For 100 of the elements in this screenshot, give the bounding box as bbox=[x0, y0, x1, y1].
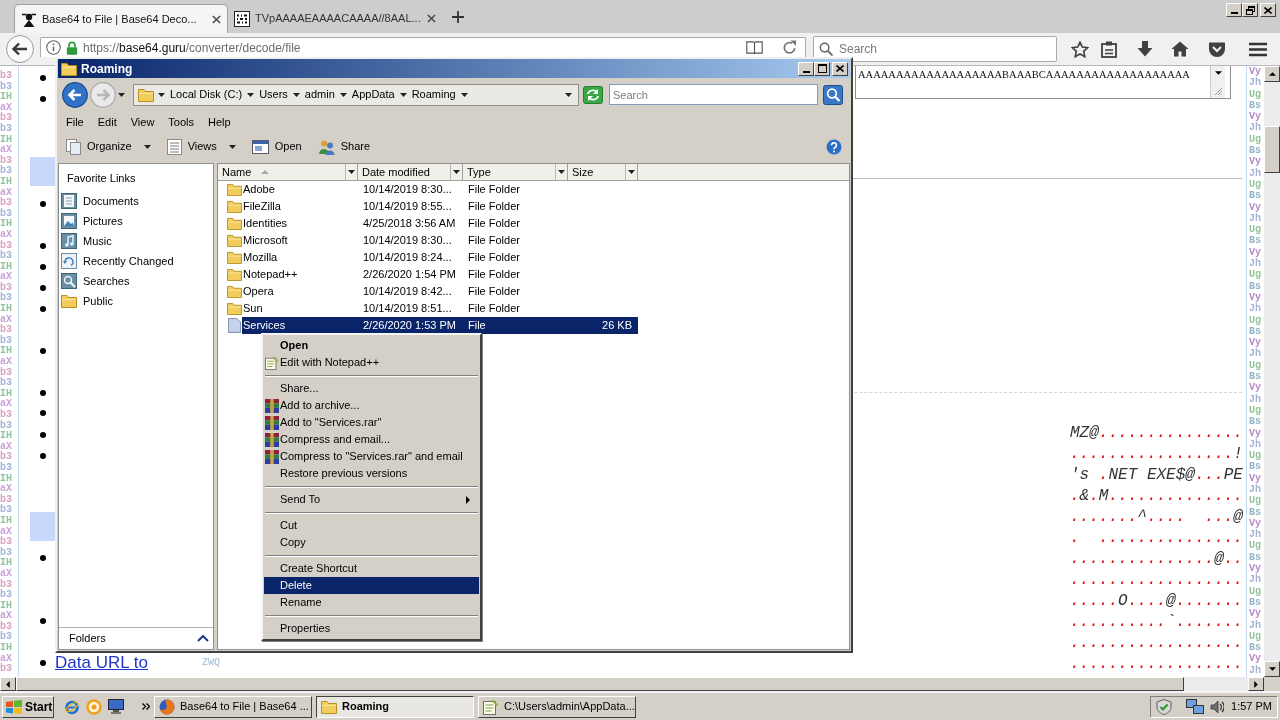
search-field[interactable]: Search bbox=[609, 84, 818, 105]
dropdown-caret-icon[interactable] bbox=[453, 170, 460, 174]
scroll-left-button[interactable] bbox=[0, 677, 16, 691]
menu-item[interactable]: Compress and email... bbox=[264, 431, 479, 448]
plus-icon[interactable] bbox=[452, 10, 464, 23]
shield-icon[interactable] bbox=[1156, 698, 1172, 715]
column-header[interactable]: Size bbox=[568, 164, 638, 180]
scroll-down-button[interactable] bbox=[1264, 661, 1280, 677]
search-field[interactable]: Search bbox=[813, 36, 1057, 62]
file-row[interactable]: FileZilla 10/14/2019 8:55... File Folder bbox=[242, 198, 638, 215]
file-row[interactable]: Identities 4/25/2018 3:56 AM File Folder bbox=[242, 215, 638, 232]
refresh-icon[interactable] bbox=[583, 85, 603, 104]
toolbar-button[interactable]: Open bbox=[247, 135, 306, 158]
scrollbar-thumb[interactable] bbox=[1264, 126, 1280, 173]
nav-item[interactable]: Recently Changed bbox=[59, 251, 213, 271]
file-row[interactable]: Mozilla 10/14/2019 8:24... File Folder bbox=[242, 249, 638, 266]
menu-icon[interactable] bbox=[1249, 41, 1267, 57]
scroll-right-button[interactable] bbox=[1248, 677, 1264, 691]
breadcrumb-item[interactable]: AppData bbox=[350, 86, 396, 103]
book-icon[interactable] bbox=[746, 41, 763, 54]
caret-icon[interactable] bbox=[460, 92, 468, 97]
toolbar-button[interactable]: Views bbox=[162, 135, 240, 158]
globe-icon[interactable] bbox=[64, 698, 80, 715]
menu-item[interactable]: Edit bbox=[90, 113, 124, 131]
breadcrumb-item[interactable]: admin bbox=[303, 86, 336, 103]
taskbar-button[interactable]: Roaming bbox=[316, 695, 474, 718]
home-icon[interactable] bbox=[1171, 41, 1189, 57]
menu-item[interactable]: Rename bbox=[264, 594, 479, 611]
lock-icon[interactable] bbox=[66, 40, 78, 55]
caret-icon[interactable] bbox=[118, 92, 125, 97]
menu-item[interactable]: File bbox=[59, 113, 91, 131]
taskbar-button[interactable]: Base64 to File | Base64 ... bbox=[154, 695, 312, 718]
menu-item[interactable]: Help bbox=[201, 113, 238, 131]
speaker-icon[interactable] bbox=[1210, 699, 1224, 714]
dropdown-caret-icon[interactable] bbox=[628, 170, 635, 174]
chevron-shield-icon[interactable] bbox=[1208, 41, 1226, 57]
start-button[interactable]: Start bbox=[2, 695, 54, 718]
menu-item[interactable]: Cut bbox=[264, 517, 479, 534]
link[interactable]: Data URL to bbox=[55, 653, 148, 672]
minimize-button[interactable] bbox=[1226, 3, 1242, 17]
browser-tab[interactable]: Base64 to File | Base64 Deco... bbox=[14, 4, 228, 33]
folders-bar[interactable]: Folders bbox=[59, 627, 213, 649]
back-button[interactable] bbox=[62, 81, 88, 108]
breadcrumb-item[interactable]: Roaming bbox=[410, 86, 457, 103]
menu-item[interactable]: Tools bbox=[161, 113, 202, 131]
breadcrumb-item[interactable]: Users bbox=[258, 86, 289, 103]
column-header[interactable]: Name bbox=[218, 164, 358, 180]
resize-grip-icon[interactable] bbox=[1213, 87, 1223, 96]
menu-item[interactable]: Delete bbox=[264, 577, 479, 594]
back-button[interactable] bbox=[6, 35, 34, 63]
file-row[interactable]: Opera 10/14/2019 8:42... File Folder bbox=[242, 283, 638, 300]
monitor-icon[interactable] bbox=[108, 699, 124, 714]
address-field[interactable]: https://base64.guru/converter/decode/file bbox=[40, 37, 806, 57]
address-bar[interactable]: Local Disk (C:) Users admin AppData Roaming bbox=[133, 83, 579, 106]
column-header[interactable]: Type bbox=[463, 164, 568, 180]
menu-item[interactable]: Restore previous versions bbox=[264, 465, 479, 482]
search-button[interactable] bbox=[823, 84, 843, 105]
menu-item[interactable]: View bbox=[123, 113, 162, 131]
toolbar-button[interactable]: Share bbox=[313, 135, 375, 158]
file-row[interactable]: Microsoft 10/14/2019 8:30... File Folder bbox=[242, 232, 638, 249]
caret-icon[interactable] bbox=[158, 92, 165, 97]
close-button[interactable] bbox=[832, 61, 848, 76]
caret-icon[interactable] bbox=[399, 92, 407, 97]
menu-item[interactable]: Properties bbox=[264, 620, 479, 637]
menu-item[interactable]: Add to "Services.rar" bbox=[264, 414, 479, 431]
minimize-button[interactable] bbox=[798, 61, 814, 76]
toolbar-button[interactable]: Organize bbox=[62, 135, 155, 158]
file-row[interactable]: Notepad++ 2/26/2020 1:54 PM File Folder bbox=[242, 266, 638, 283]
menu-item[interactable]: Edit with Notepad++ bbox=[264, 354, 479, 371]
restore-button[interactable] bbox=[1242, 3, 1258, 17]
nav-item[interactable]: Documents bbox=[59, 191, 213, 211]
help-icon[interactable] bbox=[826, 138, 842, 155]
nav-item[interactable]: Pictures bbox=[59, 211, 213, 231]
menu-item[interactable]: Open bbox=[264, 337, 479, 354]
menu-item[interactable]: Send To bbox=[264, 491, 479, 508]
menu-item[interactable]: Share... bbox=[264, 380, 479, 397]
breadcrumb-item[interactable]: Local Disk (C:) bbox=[169, 86, 244, 103]
file-row[interactable]: Adobe 10/14/2019 8:30... File Folder bbox=[242, 181, 638, 198]
caret-icon[interactable] bbox=[292, 92, 300, 97]
caret-icon[interactable] bbox=[565, 92, 572, 97]
nav-item[interactable]: Music bbox=[59, 231, 213, 251]
caret-icon[interactable] bbox=[247, 92, 255, 97]
reload-icon[interactable] bbox=[782, 40, 797, 55]
browser-tab[interactable]: TVpAAAAEAAAACAAAA//8AAL... bbox=[228, 4, 442, 33]
menu-item[interactable]: Copy bbox=[264, 534, 479, 551]
star-icon[interactable] bbox=[1071, 40, 1089, 58]
clipboard-icon[interactable] bbox=[1101, 40, 1117, 58]
close-button[interactable] bbox=[1260, 3, 1276, 17]
download-icon[interactable] bbox=[1137, 41, 1153, 57]
network-icon[interactable] bbox=[1186, 698, 1204, 715]
nav-item[interactable]: Public bbox=[59, 291, 213, 311]
close-icon[interactable] bbox=[427, 14, 436, 23]
arrow-down-icon[interactable] bbox=[1214, 71, 1222, 75]
close-icon[interactable] bbox=[212, 14, 221, 24]
column-header[interactable]: Date modified bbox=[358, 164, 463, 180]
double-chevron-icon[interactable] bbox=[142, 703, 150, 710]
maximize-button[interactable] bbox=[814, 61, 830, 76]
menu-item[interactable]: Add to archive... bbox=[264, 397, 479, 414]
info-icon[interactable] bbox=[46, 40, 61, 55]
menu-item[interactable]: Create Shortcut bbox=[264, 560, 479, 577]
